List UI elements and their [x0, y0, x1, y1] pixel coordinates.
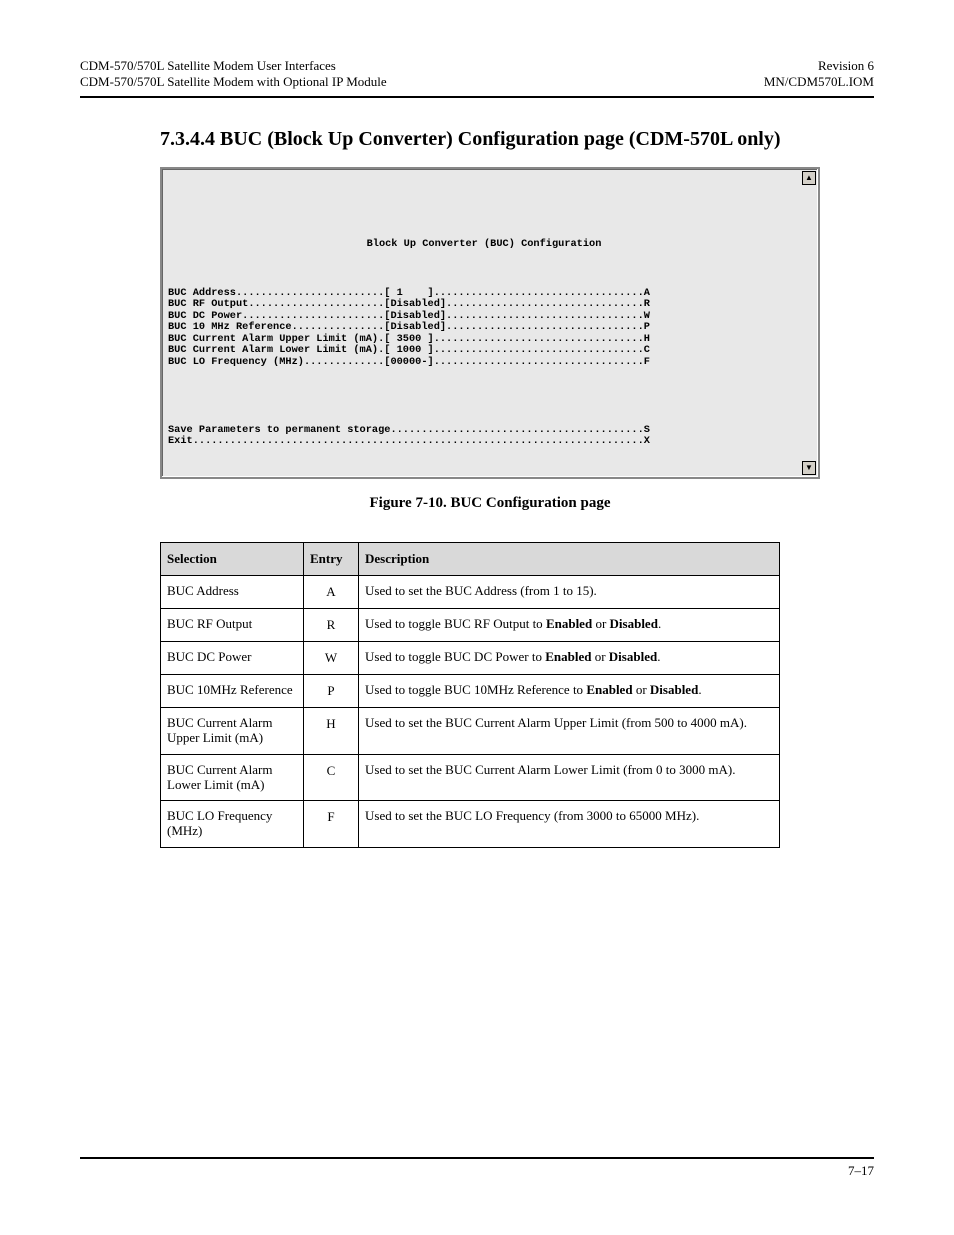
page-number: 7–17: [848, 1163, 874, 1179]
cell-entry: P: [304, 674, 359, 707]
col-entry: Entry: [304, 542, 359, 575]
cell-entry: F: [304, 801, 359, 848]
cell-description: Used to set the BUC Address (from 1 to 1…: [359, 575, 780, 608]
console-row: BUC LO Frequency (MHz).............[0000…: [168, 357, 800, 369]
header-left: CDM-570/570L Satellite Modem User Interf…: [80, 58, 387, 90]
cell-selection: BUC Current Alarm Lower Limit (mA): [161, 754, 304, 801]
console-figure: ▲ ▼ Block Up Converter (BUC) Configurati…: [160, 167, 820, 512]
cell-selection: BUC Address: [161, 575, 304, 608]
page-footer: 7–17: [80, 1157, 874, 1179]
cell-selection: BUC 10MHz Reference: [161, 674, 304, 707]
header-rule: [80, 96, 874, 98]
header-right: Revision 6 MN/CDM570L.IOM: [764, 58, 874, 90]
cell-description: Used to toggle BUC RF Output to Enabled …: [359, 608, 780, 641]
figure-caption: Figure 7-10. BUC Configuration page: [160, 495, 820, 512]
cell-selection: BUC Current Alarm Upper Limit (mA): [161, 707, 304, 754]
header-right-line1: Revision 6: [764, 58, 874, 74]
table-row: BUC DC PowerWUsed to toggle BUC DC Power…: [161, 641, 780, 674]
header-left-line1: CDM-570/570L Satellite Modem User Interf…: [80, 58, 387, 74]
console-title: Block Up Converter (BUC) Configuration: [168, 221, 800, 265]
cell-description: Used to toggle BUC DC Power to Enabled o…: [359, 641, 780, 674]
cell-selection: BUC LO Frequency (MHz): [161, 801, 304, 848]
cell-selection: BUC DC Power: [161, 641, 304, 674]
table-row: BUC Current Alarm Lower Limit (mA)CUsed …: [161, 754, 780, 801]
section-heading: 7.3.4.4 BUC (Block Up Converter) Configu…: [160, 128, 874, 151]
table-row: BUC 10MHz ReferencePUsed to toggle BUC 1…: [161, 674, 780, 707]
col-description: Description: [359, 542, 780, 575]
buc-table: Selection Entry Description BUC AddressA…: [160, 542, 780, 849]
footer-rule: [80, 1157, 874, 1159]
cell-description: Used to set the BUC LO Frequency (from 3…: [359, 801, 780, 848]
cell-description: Used to set the BUC Current Alarm Lower …: [359, 754, 780, 801]
console-footer-row: Exit....................................…: [168, 436, 800, 448]
col-selection: Selection: [161, 542, 304, 575]
cell-entry: A: [304, 575, 359, 608]
page: CDM-570/570L Satellite Modem User Interf…: [0, 0, 954, 1235]
cell-entry: R: [304, 608, 359, 641]
console-window: ▲ ▼ Block Up Converter (BUC) Configurati…: [160, 167, 820, 479]
scroll-up-icon[interactable]: ▲: [802, 171, 816, 185]
cell-selection: BUC RF Output: [161, 608, 304, 641]
page-header: CDM-570/570L Satellite Modem User Interf…: [80, 0, 874, 90]
header-left-line2: CDM-570/570L Satellite Modem with Option…: [80, 74, 387, 90]
cell-description: Used to toggle BUC 10MHz Reference to En…: [359, 674, 780, 707]
table-row: BUC Current Alarm Upper Limit (mA)HUsed …: [161, 707, 780, 754]
cell-entry: H: [304, 707, 359, 754]
scroll-down-icon[interactable]: ▼: [802, 461, 816, 475]
table-row: BUC AddressAUsed to set the BUC Address …: [161, 575, 780, 608]
header-right-line2: MN/CDM570L.IOM: [764, 74, 874, 90]
cell-entry: C: [304, 754, 359, 801]
table-row: BUC RF OutputRUsed to toggle BUC RF Outp…: [161, 608, 780, 641]
table-row: BUC LO Frequency (MHz)FUsed to set the B…: [161, 801, 780, 848]
table-header-row: Selection Entry Description: [161, 542, 780, 575]
cell-description: Used to set the BUC Current Alarm Upper …: [359, 707, 780, 754]
buc-table-wrap: Selection Entry Description BUC AddressA…: [160, 542, 780, 849]
cell-entry: W: [304, 641, 359, 674]
